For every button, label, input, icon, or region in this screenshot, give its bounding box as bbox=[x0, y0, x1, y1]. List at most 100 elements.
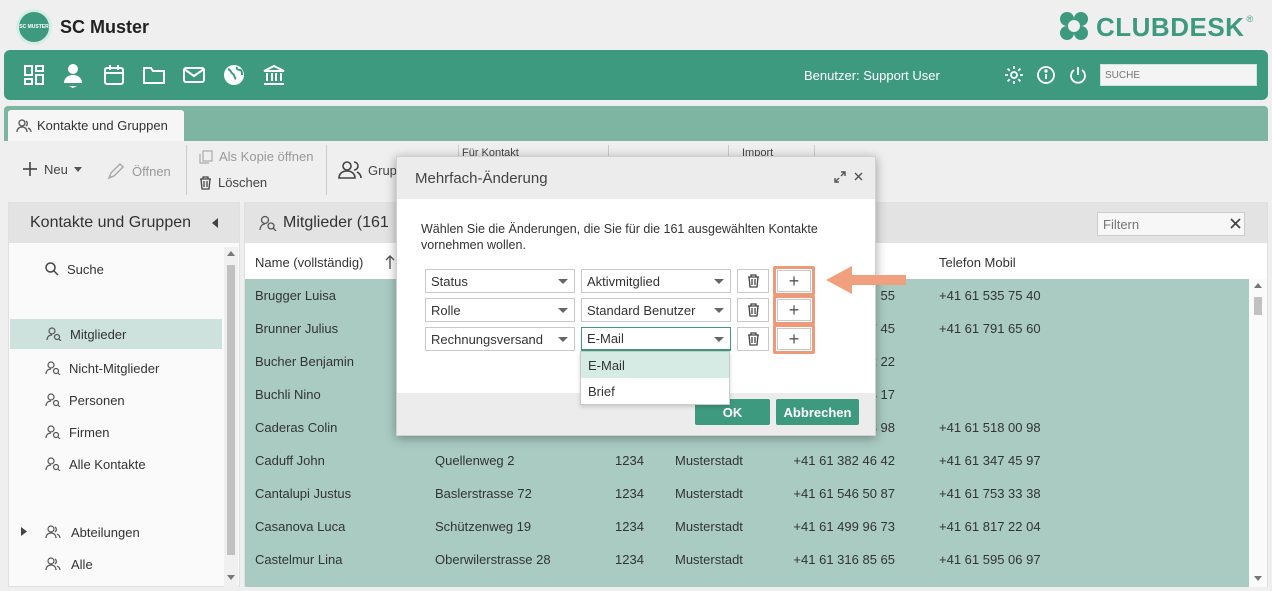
field-select-invoice-delivery[interactable]: Rechnungsversand bbox=[425, 327, 575, 351]
value-dropdown-list: E-Mail Brief bbox=[580, 351, 730, 405]
delete-button[interactable]: Löschen bbox=[199, 175, 267, 190]
left-item-all[interactable]: Alle bbox=[9, 549, 221, 579]
open-as-copy-button[interactable]: Als Kopie öffnen bbox=[199, 149, 313, 164]
cancel-button[interactable]: Abbrechen bbox=[776, 399, 859, 425]
value-select-status[interactable]: Aktivmitglied bbox=[581, 269, 731, 293]
dialog-title: Mehrfach-Änderung bbox=[415, 169, 548, 187]
table-row[interactable]: Castelmur Lina Oberwilerstrasse 28 1234 Mus… bbox=[245, 543, 1249, 576]
left-item-members[interactable]: Mitglieder bbox=[10, 319, 222, 349]
scroll-down-icon[interactable] bbox=[227, 575, 235, 580]
group-icon bbox=[338, 161, 362, 179]
chevron-down-icon bbox=[558, 308, 568, 313]
member-search-icon bbox=[259, 215, 277, 231]
remove-row-button[interactable] bbox=[737, 298, 769, 322]
cell-zip: 1234 bbox=[615, 519, 644, 534]
table-row[interactable]: Caduff John Quellenweg 2 1234 Musterstadt +4… bbox=[245, 444, 1249, 477]
dashboard-icon[interactable] bbox=[22, 63, 46, 87]
cell-name: Caduff John bbox=[255, 453, 325, 468]
cell-phone: +41 61 546 50 87 bbox=[793, 486, 895, 501]
scroll-down-icon[interactable] bbox=[1254, 576, 1262, 581]
tab-kontakte-und-gruppen[interactable]: Kontakte und Gruppen bbox=[8, 110, 184, 141]
collapse-icon[interactable] bbox=[212, 218, 218, 228]
dialog-header: Mehrfach-Änderung bbox=[397, 157, 875, 199]
cell-name: Brugger Luisa bbox=[255, 288, 336, 303]
cell-street: Schützenweg 19 bbox=[435, 519, 532, 534]
member-search-icon bbox=[45, 457, 61, 471]
current-user-label: Benutzer: Support User bbox=[804, 68, 940, 83]
column-name[interactable]: Name (vollständig) bbox=[255, 255, 363, 270]
left-item-departments[interactable]: Abteilungen bbox=[9, 517, 221, 547]
gear-icon[interactable] bbox=[1002, 63, 1026, 87]
left-scrollbar[interactable] bbox=[224, 247, 238, 587]
left-item-non-members[interactable]: Nicht-Mitglieder bbox=[9, 353, 221, 383]
cell-name: Brunner Julius bbox=[255, 321, 339, 336]
cell-city: Musterstadt bbox=[675, 552, 743, 567]
chevron-down-icon bbox=[714, 337, 724, 342]
power-icon[interactable] bbox=[1066, 63, 1090, 87]
value-select-invoice-delivery[interactable]: E-Mail bbox=[581, 327, 731, 351]
trash-icon bbox=[747, 303, 759, 317]
calendar-icon[interactable] bbox=[102, 63, 126, 87]
group-button[interactable]: Grupp bbox=[338, 161, 404, 179]
left-item-search[interactable]: Suche bbox=[9, 254, 221, 284]
club-logo: SC MUSTER bbox=[16, 9, 52, 45]
field-select-status[interactable]: Status bbox=[425, 269, 575, 293]
remove-row-button[interactable] bbox=[737, 269, 769, 293]
chevron-down-icon bbox=[714, 308, 724, 313]
bank-icon[interactable] bbox=[262, 63, 286, 87]
main-panel-title: Mitglieder (161 bbox=[283, 214, 389, 231]
filter-input[interactable] bbox=[1097, 212, 1245, 236]
table-row[interactable]: Casanova Luca Schützenweg 19 1234 Mustersta… bbox=[245, 510, 1249, 543]
cell-mobile: +41 61 347 45 97 bbox=[939, 453, 1041, 468]
scroll-up-icon[interactable] bbox=[1254, 283, 1262, 288]
chevron-down-icon bbox=[558, 279, 568, 284]
left-item-persons[interactable]: Personen bbox=[9, 385, 221, 415]
cell-city: Musterstadt bbox=[675, 519, 743, 534]
left-scroll-thumb[interactable] bbox=[227, 265, 235, 555]
globe-icon[interactable] bbox=[222, 63, 246, 87]
column-mobile[interactable]: Telefon Mobil bbox=[939, 255, 1016, 270]
folder-icon[interactable] bbox=[142, 63, 166, 87]
cell-name: Caderas Colin bbox=[255, 420, 338, 435]
new-button[interactable]: Neu bbox=[22, 161, 82, 177]
brand-mark: ® bbox=[1246, 14, 1254, 24]
sort-asc-icon[interactable] bbox=[385, 254, 395, 270]
global-search-input[interactable] bbox=[1100, 64, 1257, 86]
cell-mobile: +41 61 791 65 60 bbox=[939, 321, 1041, 336]
field-select-role[interactable]: Rolle bbox=[425, 298, 575, 322]
users-icon bbox=[45, 557, 61, 571]
cell-mobile: +41 61 535 75 40 bbox=[939, 288, 1041, 303]
cell-mobile: +41 61 595 06 97 bbox=[939, 552, 1041, 567]
clear-filter-icon[interactable] bbox=[1230, 218, 1241, 229]
mail-icon[interactable] bbox=[182, 63, 206, 87]
table-row[interactable]: Cantalupi Justus Baslerstrasse 72 1234 Must… bbox=[245, 477, 1249, 510]
remove-row-button[interactable] bbox=[737, 327, 769, 351]
dropdown-option[interactable]: E-Mail bbox=[581, 352, 729, 378]
pencil-icon bbox=[107, 162, 125, 180]
member-search-icon bbox=[46, 327, 62, 341]
cell-name: Bucher Benjamin bbox=[255, 354, 354, 369]
chevron-down-icon bbox=[73, 166, 82, 172]
cell-city: Musterstadt bbox=[675, 453, 743, 468]
cell-mobile: +41 61 753 33 38 bbox=[939, 486, 1041, 501]
value-select-role[interactable]: Standard Benutzer bbox=[581, 298, 731, 322]
club-name: SC Muster bbox=[60, 17, 150, 37]
trash-icon bbox=[747, 274, 759, 288]
cell-zip: 1234 bbox=[615, 486, 644, 501]
main-scroll-thumb[interactable] bbox=[1254, 297, 1262, 315]
main-scrollbar[interactable] bbox=[1249, 279, 1267, 587]
left-item-all-contacts[interactable]: Alle Kontakte bbox=[9, 449, 221, 479]
annotation-arrow-icon bbox=[826, 266, 906, 294]
open-button[interactable]: Öffnen bbox=[106, 161, 171, 181]
copy-icon bbox=[199, 149, 213, 164]
info-icon[interactable] bbox=[1034, 63, 1058, 87]
cell-street: Quellenweg 2 bbox=[435, 453, 515, 468]
member-search-icon bbox=[45, 425, 61, 439]
cell-name: Cantalupi Justus bbox=[255, 486, 352, 501]
close-icon[interactable] bbox=[853, 171, 864, 182]
contacts-icon[interactable] bbox=[61, 63, 85, 88]
left-item-companies[interactable]: Firmen bbox=[9, 417, 221, 447]
dropdown-option[interactable]: Brief bbox=[581, 378, 729, 404]
scroll-up-icon[interactable] bbox=[227, 251, 235, 256]
maximize-icon[interactable] bbox=[833, 170, 847, 184]
